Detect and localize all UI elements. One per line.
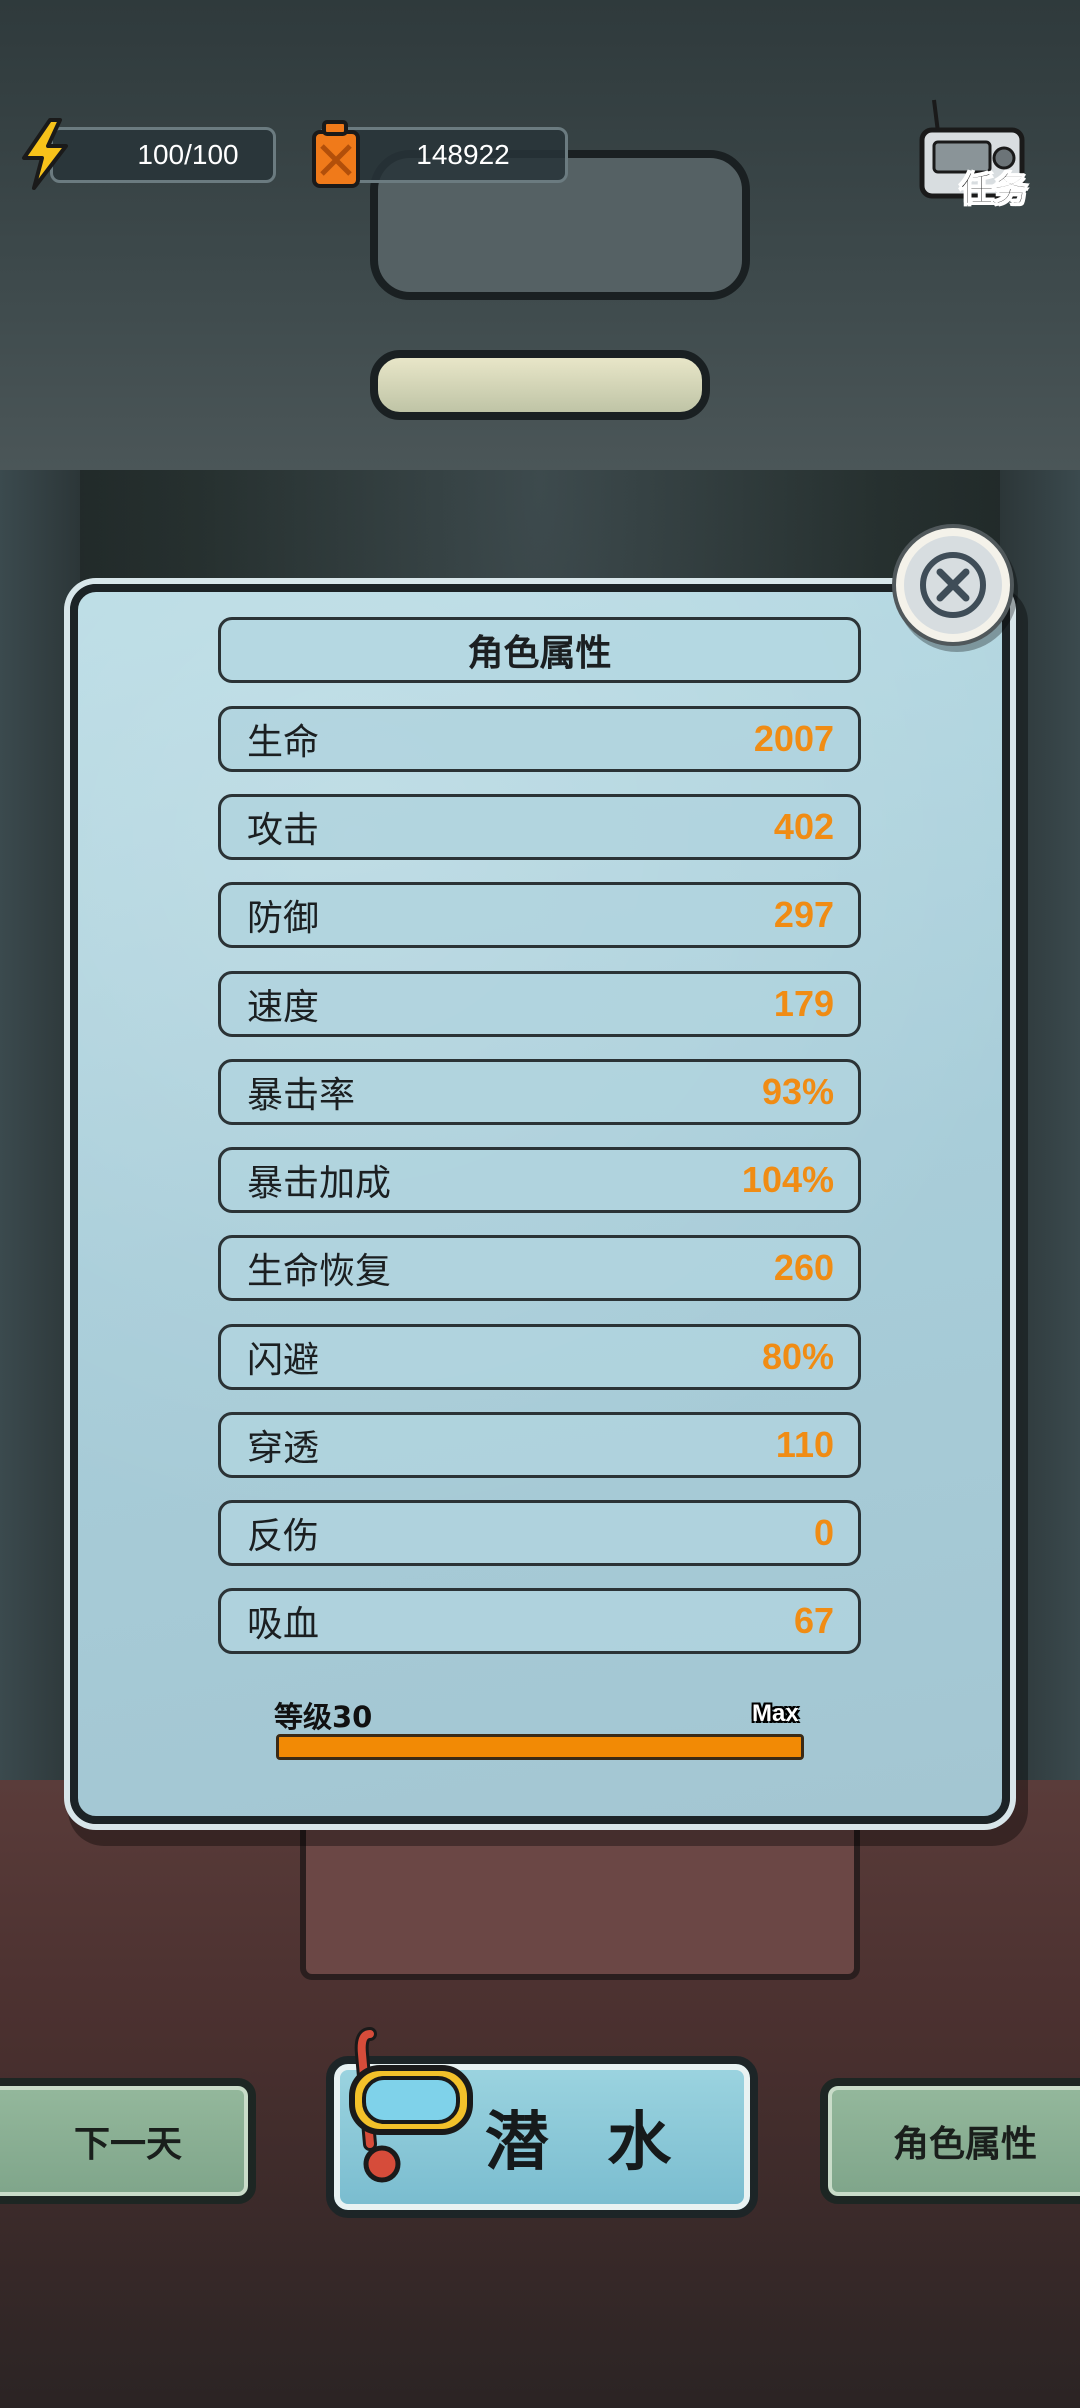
background-wall-right — [1000, 470, 1080, 1870]
stat-value: 110 — [775, 1424, 834, 1465]
stat-row-dodge: 闪避 80% — [218, 1324, 861, 1390]
stat-row-attack: 攻击 402 — [218, 794, 861, 860]
stat-row-regen: 生命恢复 260 — [218, 1235, 861, 1301]
stat-value: 80% — [761, 1336, 834, 1377]
background-ceiling-light — [370, 350, 710, 420]
next-day-label: 下一天 — [73, 2124, 182, 2165]
fuel-value: 148922 — [416, 139, 510, 170]
stat-row-reflect: 反伤 0 — [218, 1500, 861, 1566]
stat-value: 402 — [773, 806, 834, 847]
stat-label: 暴击率 — [247, 1075, 356, 1116]
stat-row-penetration: 穿透 110 — [218, 1412, 861, 1478]
lightning-bolt-icon — [22, 118, 68, 190]
stat-value: 93% — [761, 1071, 834, 1112]
stat-value: 67 — [793, 1600, 834, 1641]
next-day-button[interactable]: 下一天 — [0, 2078, 256, 2204]
stat-row-defense: 防御 297 — [218, 882, 861, 948]
stat-label: 闪避 — [247, 1340, 320, 1381]
stat-label: 防御 — [247, 898, 320, 939]
stat-label: 生命恢复 — [247, 1251, 392, 1292]
diving-mask-icon — [349, 2027, 473, 2183]
background-floor-panel — [300, 1800, 860, 1980]
close-button[interactable] — [896, 528, 1010, 642]
background-wall-left — [0, 470, 80, 1870]
close-icon — [920, 552, 986, 618]
stat-row-speed: 速度 179 — [218, 971, 861, 1037]
mission-button-label[interactable]: 任务 — [960, 162, 1029, 211]
stat-label: 反伤 — [247, 1516, 320, 1557]
level-max-label: Max — [752, 1700, 799, 1727]
level-progress-bar — [276, 1734, 804, 1760]
stat-row-hp: 生命 2007 — [218, 706, 861, 772]
stat-label: 穿透 — [247, 1428, 320, 1469]
stat-row-lifesteal: 吸血 67 — [218, 1588, 861, 1654]
stat-value: 104% — [741, 1159, 834, 1200]
stat-label: 生命 — [247, 722, 320, 763]
fuel-can-icon — [312, 120, 360, 188]
level-progress-fill — [279, 1737, 801, 1757]
stat-label: 攻击 — [247, 810, 320, 851]
stat-label: 吸血 — [247, 1604, 320, 1645]
attributes-button-label: 角色属性 — [892, 2124, 1037, 2165]
stat-label: 暴击加成 — [247, 1163, 392, 1204]
stat-row-crit-rate: 暴击率 93% — [218, 1059, 861, 1125]
dive-label: 潜 水 — [484, 2106, 690, 2180]
stat-value: 297 — [773, 894, 834, 935]
stat-value: 179 — [773, 983, 834, 1024]
stat-value: 0 — [813, 1512, 834, 1553]
level-label: 等级30 — [274, 1700, 373, 1734]
attributes-button[interactable]: 角色属性 — [820, 2078, 1080, 2204]
energy-value: 100/100 — [137, 139, 239, 170]
panel-title: 角色属性 — [218, 617, 861, 683]
energy-counter: 100/100 — [50, 127, 276, 183]
stat-row-crit-bonus: 暴击加成 104% — [218, 1147, 861, 1213]
stat-label: 速度 — [247, 987, 320, 1028]
stat-value: 2007 — [753, 718, 834, 759]
stat-value: 260 — [773, 1247, 834, 1288]
